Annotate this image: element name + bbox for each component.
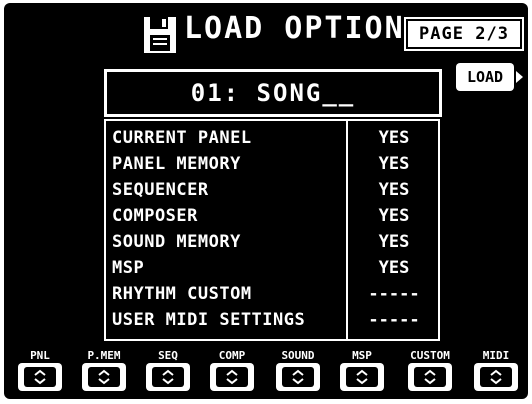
option-label: SOUND MEMORY [112,232,241,252]
option-row-current-panel[interactable]: CURRENT PANEL YES [106,125,438,151]
option-value: YES [378,128,410,148]
option-label: USER MIDI SETTINGS [112,310,306,330]
comp-toggle-button[interactable] [210,363,254,391]
up-down-arrows-icon [490,369,502,385]
page-title: LOAD OPTION [184,11,405,46]
option-row-composer[interactable]: COMPOSER YES [106,203,438,229]
option-row-panel-memory[interactable]: PANEL MEMORY YES [106,151,438,177]
option-label: SEQUENCER [112,180,209,200]
sound-toggle-button[interactable] [276,363,320,391]
option-value: YES [378,206,410,226]
up-down-arrows-icon [292,369,304,385]
button-label-sound: SOUND [281,349,315,362]
option-value: ----- [368,310,420,330]
load-button[interactable]: LOAD [456,63,523,91]
button-label-msp: MSP [352,349,372,362]
option-row-sequencer[interactable]: SEQUENCER YES [106,177,438,203]
option-value: YES [378,258,410,278]
midi-toggle-button[interactable] [474,363,518,391]
option-value: YES [378,180,410,200]
option-row-sound-memory[interactable]: SOUND MEMORY YES [106,229,438,255]
option-label: COMPOSER [112,206,198,226]
msp-toggle-button[interactable] [340,363,384,391]
up-down-arrows-icon [34,369,46,385]
up-down-arrows-icon [162,369,174,385]
page-indicator: PAGE 2/3 [404,17,524,51]
seq-toggle-button[interactable] [146,363,190,391]
option-label: PANEL MEMORY [112,154,241,174]
option-label: RHYTHM CUSTOM [112,284,252,304]
song-name-display: 01: SONG__ [104,69,442,117]
option-label: MSP [112,258,145,278]
floppy-disk-icon [144,17,176,53]
up-down-arrows-icon [424,369,436,385]
button-label-comp: COMP [218,349,246,362]
button-label-midi: MIDI [482,349,510,362]
lcd-screen: LOAD OPTION PAGE 2/3 01: SONG__ LOAD CUR… [4,3,528,399]
up-down-arrows-icon [356,369,368,385]
pnl-toggle-button[interactable] [18,363,62,391]
option-value: ----- [368,284,420,304]
option-label: CURRENT PANEL [112,128,252,148]
custom-toggle-button[interactable] [408,363,452,391]
option-value: YES [378,232,410,252]
option-row-user-midi-settings[interactable]: USER MIDI SETTINGS ----- [106,307,438,333]
button-label-pmem: P.MEM [87,349,121,362]
button-label-seq: SEQ [158,349,178,362]
button-label-custom: CUSTOM [410,349,450,362]
option-row-rhythm-custom[interactable]: RHYTHM CUSTOM ----- [106,281,438,307]
option-row-msp[interactable]: MSP YES [106,255,438,281]
button-label-pnl: PNL [30,349,50,362]
option-value: YES [378,154,410,174]
up-down-arrows-icon [226,369,238,385]
pmem-toggle-button[interactable] [82,363,126,391]
up-down-arrows-icon [98,369,110,385]
load-options-table: CURRENT PANEL YES PANEL MEMORY YES SEQUE… [104,119,440,341]
